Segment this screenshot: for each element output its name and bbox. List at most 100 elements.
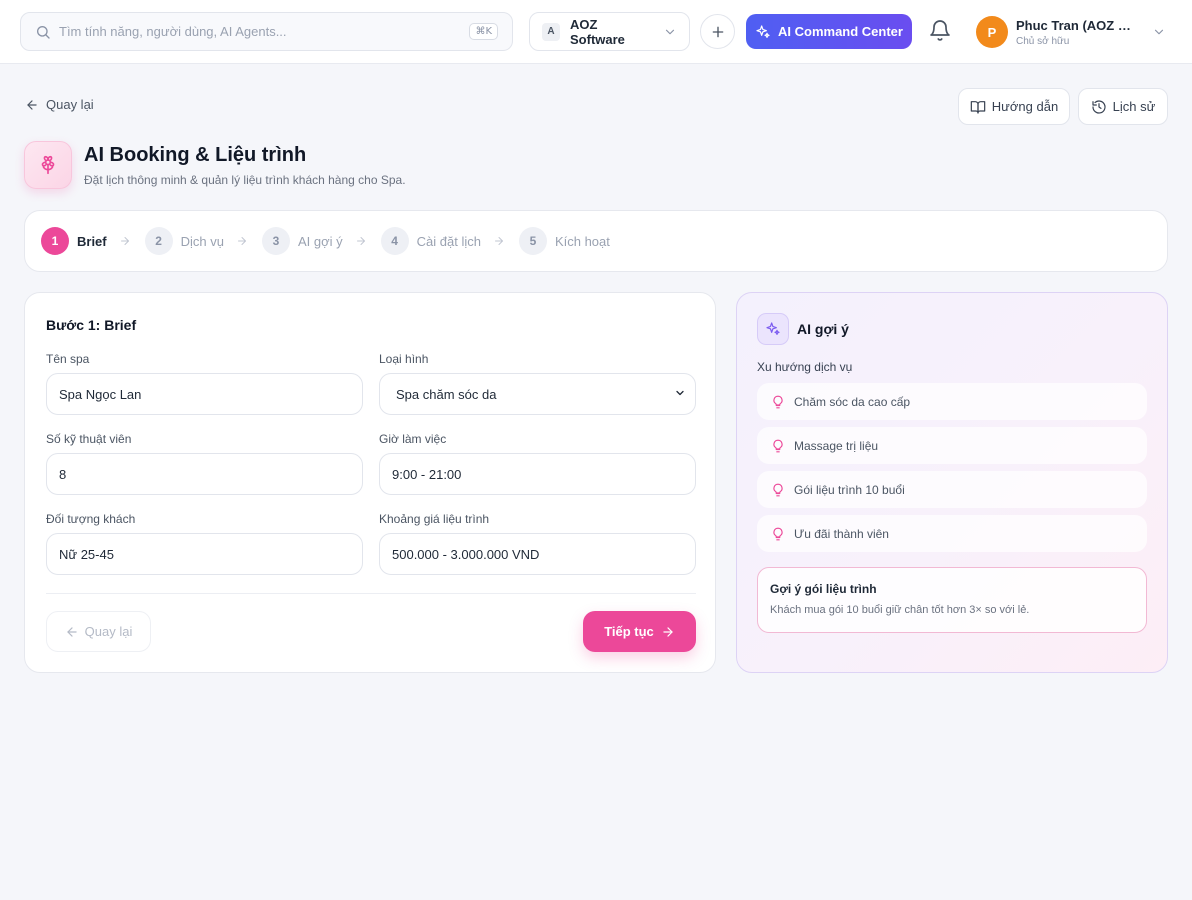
ai-suggestions-panel: AI gợi ý Xu hướng dịch vụ Chăm sóc da ca… [736,292,1168,673]
ai-panel-title: AI gợi ý [797,321,849,337]
arrow-right-icon [493,235,505,247]
user-menu[interactable]: P Phuc Tran (AOZ Software) Chủ sở hữu [976,14,1172,50]
arrow-right-icon [236,235,248,247]
type-field-group: Loại hình Spa chăm sóc da [379,352,696,415]
price-range-input[interactable] [379,533,696,575]
trend-item[interactable]: Chăm sóc da cao cấp [757,383,1147,420]
form-divider [46,593,696,594]
create-button[interactable] [700,14,735,49]
hours-field-group: Giờ làm việc [379,432,696,495]
step-number: 5 [518,227,547,255]
ai-command-center-button[interactable]: AI Command Center [746,14,912,49]
previous-step-button[interactable]: Quay lại [46,611,151,652]
search-icon [35,24,51,40]
step-brief[interactable]: 1 Brief [41,227,107,255]
ai-command-center-label: AI Command Center [778,24,903,39]
history-button-label: Lịch sử [1112,99,1156,114]
lightbulb-icon [771,439,785,453]
audience-label: Đối tượng khách [46,512,136,526]
top-bar: ⌘K A AOZ Software AI Command Center P Ph… [0,0,1192,64]
chevron-down-icon [663,25,677,39]
trend-label: Ưu đãi thành viên [794,526,889,541]
package-suggestion-box: Gợi ý gói liệu trình Khách mua gói 10 bu… [757,567,1147,633]
arrow-left-icon [25,98,39,112]
guide-button[interactable]: Hướng dẫn [958,88,1070,125]
trend-label: Gói liệu trình 10 buổi [794,482,905,497]
lightbulb-icon [771,395,785,409]
price-range-label: Khoảng giá liệu trình [379,512,490,526]
arrow-right-icon [661,625,675,639]
history-icon [1091,99,1107,115]
sparkles-icon [765,321,781,337]
guide-button-label: Hướng dẫn [991,99,1059,114]
org-badge: A [542,22,560,41]
back-link[interactable]: Quay lại [25,97,94,112]
avatar: P [976,16,1008,48]
hours-label: Giờ làm việc [379,432,447,446]
technicians-field-group: Số kỹ thuật viên [46,432,363,495]
form-title: Bước 1: Brief [46,317,137,333]
step-number: 3 [261,227,290,255]
spa-name-input[interactable] [46,373,363,415]
step-number: 2 [144,227,173,255]
notifications-button[interactable] [928,19,952,43]
audience-input[interactable] [46,533,363,575]
history-button[interactable]: Lịch sử [1078,88,1168,125]
trend-label: Chăm sóc da cao cấp [794,394,911,409]
bell-icon [928,19,952,43]
trends-heading: Xu hướng dịch vụ [757,360,853,374]
org-switcher[interactable]: A AOZ Software [529,12,690,51]
step-ai-suggest[interactable]: 3 AI gợi ý [261,227,343,255]
step-label: Cài đặt lịch [416,233,481,249]
package-suggestion-text: Khách mua gói 10 buổi giữ chân tốt hơn 3… [770,604,1030,616]
audience-field-group: Đối tượng khách [46,512,363,575]
step-activate[interactable]: 5 Kích hoạt [518,227,610,255]
working-hours-input[interactable] [379,453,696,495]
org-name: AOZ Software [570,16,625,47]
spa-name-field-group: Tên spa [46,352,363,415]
trend-item[interactable]: Ưu đãi thành viên [757,515,1147,552]
chevron-down-icon [1152,25,1166,39]
ai-panel-icon [757,313,789,345]
lightbulb-icon [771,527,785,541]
step-label: Dịch vụ [180,233,224,249]
page-title: AI Booking & Liệu trình [84,144,307,166]
step-schedule-settings[interactable]: 4 Cài đặt lịch [380,227,481,255]
brief-form-card: Bước 1: Brief Tên spa Loại hình Spa chăm… [24,292,716,673]
package-suggestion-title: Gợi ý gói liệu trình [770,582,877,596]
step-number: 1 [41,227,69,255]
search-input[interactable] [59,24,470,39]
step-label: AI gợi ý [297,233,343,249]
previous-step-label: Quay lại [84,624,133,639]
sparkles-icon [755,24,771,40]
user-role: Chủ sở hữu [1016,35,1070,47]
step-label: Brief [77,233,107,249]
technicians-label: Số kỹ thuật viên [46,432,132,446]
plus-icon [710,24,726,40]
type-select[interactable]: Spa chăm sóc da [379,373,696,415]
trend-item[interactable]: Massage trị liệu [757,427,1147,464]
arrow-right-icon [355,235,367,247]
search-shortcut-badge: ⌘K [469,23,498,40]
type-label: Loại hình [379,352,429,366]
trend-item[interactable]: Gói liệu trình 10 buổi [757,471,1147,508]
back-link-label: Quay lại [46,97,94,112]
price-field-group: Khoảng giá liệu trình [379,512,696,575]
app-icon [24,141,72,189]
trend-label: Massage trị liệu [794,438,879,453]
lightbulb-icon [771,483,785,497]
step-label: Kích hoạt [554,233,610,249]
user-name: Phuc Tran (AOZ Software) [1016,17,1138,33]
arrow-right-icon [119,235,131,247]
next-step-button[interactable]: Tiếp tục [583,611,696,652]
global-search[interactable]: ⌘K [20,12,513,51]
arrow-left-icon [65,625,79,639]
step-number: 4 [380,227,409,255]
step-services[interactable]: 2 Dịch vụ [144,227,224,255]
stepper: 1 Brief 2 Dịch vụ 3 AI gợi ý 4 Cài đặt l… [24,210,1168,272]
book-open-icon [970,99,986,115]
technicians-input[interactable] [46,453,363,495]
flower-icon [37,154,59,176]
next-step-label: Tiếp tục [604,624,654,639]
page-subtitle: Đặt lịch thông minh & quản lý liệu trình… [84,173,406,187]
